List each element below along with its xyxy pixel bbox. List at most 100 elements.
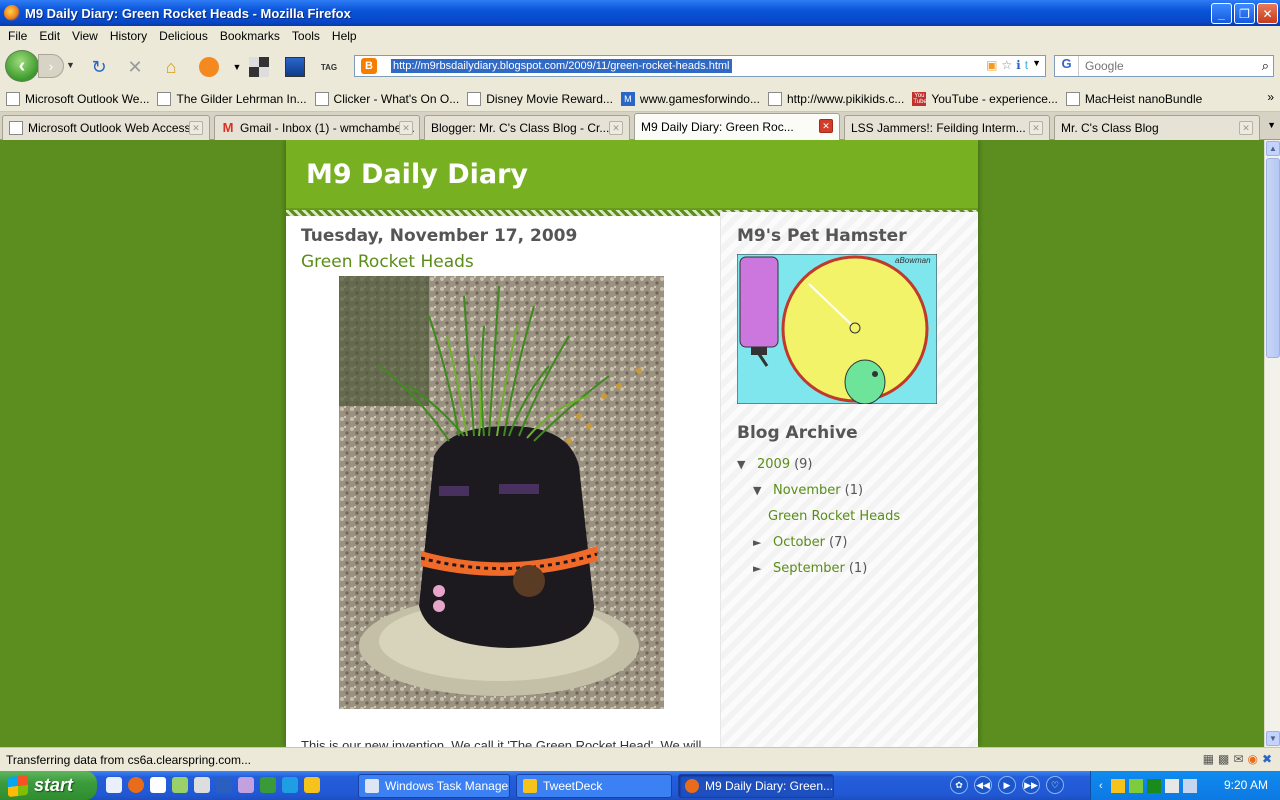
addon-dropdown-icon[interactable]: ▼ (226, 56, 248, 78)
search-bar[interactable]: G ⌕ (1054, 55, 1274, 77)
task-windows-task-manager[interactable]: Windows Task Manager (358, 774, 510, 798)
tab-close-icon[interactable]: ✕ (609, 121, 623, 135)
bookmark-item[interactable]: You Tube YouTube - experience... (910, 91, 1064, 106)
tray-chat-icon[interactable] (1128, 778, 1143, 793)
post-photo[interactable] (339, 276, 664, 709)
menu-view[interactable]: View (66, 29, 104, 43)
firefox-quicklaunch-icon[interactable] (128, 777, 144, 793)
bookmark-item[interactable]: Disney Movie Reward... (465, 91, 619, 106)
archive-month[interactable]: ► October (7) (737, 529, 957, 555)
tab-class-blog[interactable]: B Mr. C's Class Blog ✕ (1054, 115, 1260, 140)
archive-month[interactable]: ► September (1) (737, 555, 957, 581)
checker-icon[interactable] (248, 56, 270, 78)
close-button[interactable]: ✕ (1257, 3, 1278, 24)
archive-post[interactable]: Green Rocket Heads (737, 503, 957, 529)
tray-expand-icon[interactable]: ‹ (1099, 780, 1103, 792)
bookmark-item[interactable]: The Gilder Lehrman In... (155, 91, 312, 106)
minimize-button[interactable]: _ (1211, 3, 1232, 24)
addon-icon[interactable] (198, 56, 220, 78)
back-button[interactable]: ‹ (5, 50, 39, 82)
rss-icon[interactable]: ▣ (986, 58, 997, 72)
tray-volume-icon[interactable] (1182, 778, 1197, 793)
tag-icon[interactable]: TAG (318, 56, 340, 78)
mail-icon[interactable]: ✉ (1233, 752, 1243, 766)
tab-m9-daily-diary[interactable]: B M9 Daily Diary: Green Roc... ✕ (634, 113, 840, 140)
url-bar[interactable]: B http://m9rbsdailydiary.blogspot.com/20… (354, 55, 1046, 77)
bookmarks-overflow-icon[interactable]: » (1267, 90, 1274, 104)
tools-quicklaunch-icon[interactable] (194, 777, 210, 793)
tab-gmail[interactable]: M Gmail - Inbox (1) - wmchamber... ✕ (214, 115, 420, 140)
archive-link[interactable]: November (773, 483, 841, 498)
tab-close-icon[interactable]: ✕ (819, 119, 833, 133)
scroll-thumb[interactable] (1266, 158, 1280, 358)
archive-post-link[interactable]: Green Rocket Heads (768, 509, 900, 524)
collapse-arrow-icon[interactable]: ▼ (753, 484, 767, 497)
blog-title[interactable]: M9 Daily Diary (306, 159, 528, 190)
stop-icon[interactable]: ✕ (124, 56, 146, 78)
onenote-quicklaunch-icon[interactable] (238, 777, 254, 793)
twitter-icon[interactable]: t (1025, 58, 1028, 72)
post-title[interactable]: Green Rocket Heads (301, 252, 706, 272)
archive-link[interactable]: 2009 (757, 457, 790, 472)
scroll-down-icon[interactable]: ▼ (1266, 731, 1280, 746)
window-icon[interactable] (284, 56, 306, 78)
info-icon[interactable]: ℹ (1016, 58, 1021, 72)
google-engine-icon[interactable]: G (1055, 56, 1079, 76)
menu-tools[interactable]: Tools (286, 29, 326, 43)
bookmark-item[interactable]: MacHeist nanoBundle (1064, 91, 1208, 106)
reload-icon[interactable]: ↻ (88, 56, 110, 78)
tray-mail-icon[interactable] (1110, 778, 1125, 793)
archive-month[interactable]: ▼ November (1) (737, 477, 957, 503)
menu-help[interactable]: Help (326, 29, 363, 43)
expand-arrow-icon[interactable]: ► (753, 562, 767, 575)
status-firefox-icon[interactable]: ◉ (1247, 752, 1257, 766)
collapse-arrow-icon[interactable]: ▼ (737, 458, 751, 471)
hamster-widget[interactable]: aBowman (736, 253, 938, 405)
search-icon[interactable]: ⌕ (1262, 58, 1269, 74)
menu-delicious[interactable]: Delicious (153, 29, 214, 43)
menu-file[interactable]: File (2, 29, 33, 43)
menu-bookmarks[interactable]: Bookmarks (214, 29, 286, 43)
ie-quicklaunch-icon[interactable] (106, 777, 122, 793)
next-icon[interactable]: ▶▶ (1022, 776, 1040, 794)
status-x-icon[interactable]: ✖ (1262, 752, 1272, 766)
tab-close-icon[interactable]: ✕ (1029, 121, 1043, 135)
vertical-scrollbar[interactable]: ▲ ▼ (1264, 140, 1280, 747)
task-tweetdeck[interactable]: TweetDeck (516, 774, 672, 798)
tab-lss-jammers[interactable]: B LSS Jammers!: Feilding Interm... ✕ (844, 115, 1050, 140)
home-icon[interactable]: ⌂ (160, 56, 182, 78)
globe-quicklaunch-icon[interactable] (172, 777, 188, 793)
bookmark-item[interactable]: Clicker - What's On O... (313, 91, 466, 106)
clock[interactable]: 9:20 AM (1224, 778, 1268, 792)
bookmark-item[interactable]: http://www.pikikids.c... (766, 91, 910, 106)
task-firefox[interactable]: M9 Daily Diary: Green... (678, 774, 834, 798)
word-quicklaunch-icon[interactable] (216, 777, 232, 793)
bookmark-item[interactable]: Mwww.gamesforwindo... (619, 91, 766, 106)
tab-close-icon[interactable]: ✕ (189, 121, 203, 135)
url-dropdown-icon[interactable]: ▼ (1032, 58, 1041, 72)
heart-icon[interactable]: ♡ (1046, 776, 1064, 794)
start-button[interactable]: start (0, 771, 97, 800)
expand-arrow-icon[interactable]: ► (753, 536, 767, 549)
play-icon[interactable]: ▶ (998, 776, 1016, 794)
search-input[interactable] (1085, 59, 1245, 73)
menu-history[interactable]: History (104, 29, 153, 43)
tab-blogger[interactable]: B Blogger: Mr. C's Class Blog - Cr... ✕ (424, 115, 630, 140)
tab-close-icon[interactable]: ✕ (399, 121, 413, 135)
status-addon-icon[interactable]: ▦ (1203, 752, 1214, 766)
media-app-icon[interactable]: ✿ (950, 776, 968, 794)
desktop-quicklaunch-icon[interactable] (150, 777, 166, 793)
archive-year[interactable]: ▼ 2009 (9) (737, 451, 957, 477)
tab-close-icon[interactable]: ✕ (1239, 121, 1253, 135)
tray-monitor-icon[interactable] (1146, 778, 1161, 793)
tray-network-icon[interactable] (1164, 778, 1179, 793)
history-dropdown-icon[interactable]: ▼ (66, 60, 75, 70)
ie-edit-quicklaunch-icon[interactable] (282, 777, 298, 793)
tab-list-dropdown-icon[interactable]: ▼ (1267, 120, 1276, 130)
archive-link[interactable]: September (773, 561, 845, 576)
url-text[interactable]: http://m9rbsdailydiary.blogspot.com/2009… (391, 59, 732, 73)
bookmark-star-icon[interactable]: ☆ (1001, 58, 1012, 72)
scroll-up-icon[interactable]: ▲ (1266, 141, 1280, 156)
previous-icon[interactable]: ◀◀ (974, 776, 992, 794)
forward-button[interactable]: › (38, 54, 64, 78)
